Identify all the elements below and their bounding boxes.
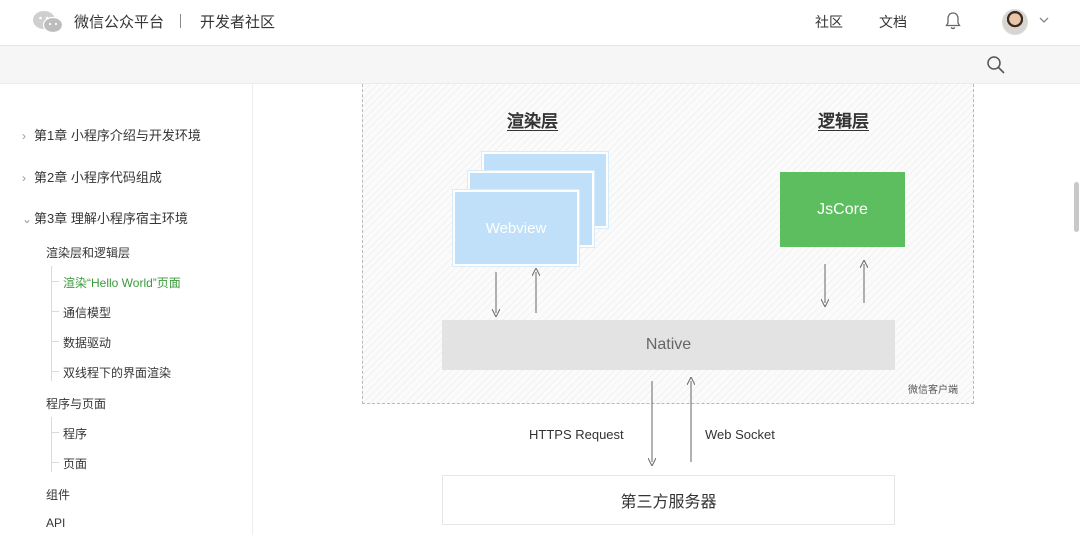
chevron-down-icon: ⌄ xyxy=(22,212,33,226)
nav-community-link[interactable]: 社区 xyxy=(815,12,843,32)
chevron-right-icon: › xyxy=(22,171,26,185)
native-box: Native xyxy=(442,320,895,370)
tree-guide-tick xyxy=(51,281,59,282)
logic-layer-title: 逻辑层 xyxy=(818,112,869,131)
wechat-logo-icon[interactable] xyxy=(32,9,64,35)
top-navigation-bar: 微信公众平台 开发者社区 社区 文档 xyxy=(0,0,1080,46)
tree-guide-tick xyxy=(51,432,59,433)
webview-box: Webview xyxy=(453,190,579,266)
sidebar-section-api[interactable]: API xyxy=(46,516,65,530)
sidebar-chapter-3[interactable]: ⌄ 第3章 理解小程序宿主环境 xyxy=(22,208,188,227)
sidebar-section-render-logic[interactable]: 渲染层和逻辑层 xyxy=(46,244,130,261)
chevron-down-icon[interactable] xyxy=(1037,13,1051,27)
sidebar-section-components[interactable]: 组件 xyxy=(46,486,70,503)
sidebar-chapter-2[interactable]: › 第2章 小程序代码组成 xyxy=(22,167,162,186)
jscore-box: JsCore xyxy=(780,172,905,247)
chapter-label: 第1章 小程序介绍与开发环境 xyxy=(34,128,201,143)
nav-docs-link[interactable]: 文档 xyxy=(879,12,907,32)
tree-guide-line xyxy=(51,417,52,472)
https-request-label: HTTPS Request xyxy=(529,427,624,442)
brand-divider xyxy=(180,14,181,28)
brand-title[interactable]: 微信公众平台 xyxy=(74,11,164,32)
tree-guide-tick xyxy=(51,371,59,372)
section-title[interactable]: 开发者社区 xyxy=(200,11,275,32)
sidebar-item-page[interactable]: 页面 xyxy=(63,455,87,472)
tree-guide-line xyxy=(51,266,52,381)
sidebar-item-data-driven[interactable]: 数据驱动 xyxy=(63,334,111,351)
client-label: 微信客户端 xyxy=(908,385,958,396)
user-avatar[interactable] xyxy=(1002,9,1028,35)
chapter-label: 第3章 理解小程序宿主环境 xyxy=(34,211,188,226)
render-layer-title: 渲染层 xyxy=(507,112,558,131)
search-bar xyxy=(0,46,1080,84)
sidebar-item-dual-thread-rendering[interactable]: 双线程下的界面渲染 xyxy=(63,364,171,381)
third-party-server-box: 第三方服务器 xyxy=(442,475,895,525)
websocket-label: Web Socket xyxy=(705,427,775,442)
sidebar-chapter-1[interactable]: › 第1章 小程序介绍与开发环境 xyxy=(22,125,201,144)
sidebar-item-hello-world[interactable]: 渲染“Hello World”页面 xyxy=(63,274,181,291)
sidebar-section-program-page[interactable]: 程序与页面 xyxy=(46,395,106,412)
search-icon[interactable] xyxy=(986,55,1006,75)
tree-guide-tick xyxy=(51,462,59,463)
tree-guide-tick xyxy=(51,341,59,342)
sidebar-item-program[interactable]: 程序 xyxy=(63,425,87,442)
sidebar-item-communication-model[interactable]: 通信模型 xyxy=(63,304,111,321)
chevron-right-icon: › xyxy=(22,129,26,143)
page-scrollbar-thumb[interactable] xyxy=(1074,182,1079,232)
docs-sidebar: › 第1章 小程序介绍与开发环境 › 第2章 小程序代码组成 ⌄ 第3章 理解小程序宿… xyxy=(0,84,253,535)
tree-guide-tick xyxy=(51,311,59,312)
webview-label: Webview xyxy=(485,219,547,237)
chapter-label: 第2章 小程序代码组成 xyxy=(34,170,162,185)
bell-icon[interactable] xyxy=(944,11,962,31)
